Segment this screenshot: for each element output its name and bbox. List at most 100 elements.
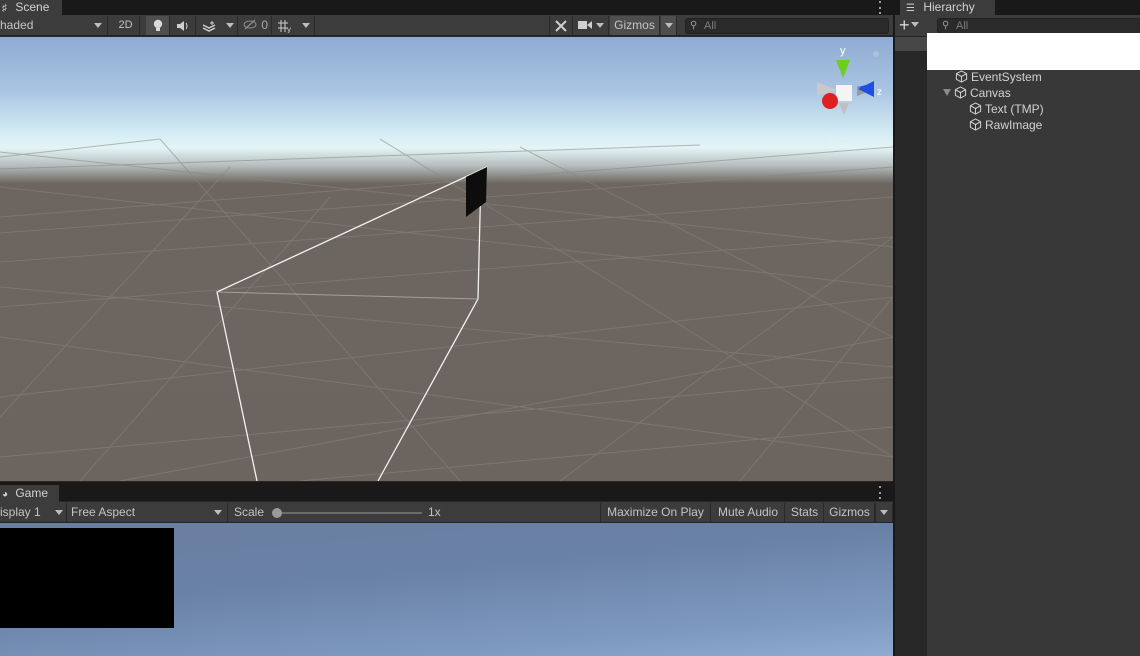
scale-control: Scale 1x <box>229 503 601 522</box>
effects-toggle[interactable] <box>197 16 221 35</box>
effects-layers-icon <box>202 21 216 32</box>
audio-toggle[interactable] <box>171 16 196 35</box>
eye-slash-icon <box>243 19 257 30</box>
scene-search-input[interactable]: ⚲ All <box>685 18 889 34</box>
scale-label: Scale <box>234 505 265 519</box>
hierarchy-panel: ☰ Hierarchy + ⚲ All EventSystem Canvas T… <box>895 0 1140 656</box>
game-panel: ◕ Game isplay 1 Free Aspect Scale 1x Max… <box>0 482 893 656</box>
tools-button[interactable] <box>549 16 573 35</box>
scene-gizmos-button[interactable]: Gizmos <box>610 16 660 35</box>
chevron-down-icon <box>225 23 234 29</box>
scale-value: 1x <box>428 505 441 519</box>
plus-icon: + <box>899 15 910 35</box>
scene-search-placeholder: All <box>704 20 717 32</box>
gameobject-cube-icon <box>955 70 968 83</box>
scene-hash-icon: ♯ <box>2 3 7 14</box>
gamepad-icon: ◕ <box>2 489 9 500</box>
stats-toggle[interactable]: Stats <box>786 503 824 522</box>
hierarchy-gutter <box>895 37 927 656</box>
hierarchy-item-eventsystem[interactable]: EventSystem <box>955 69 1042 85</box>
chevron-down-icon <box>55 510 63 515</box>
grid-toggle[interactable]: y <box>273 16 297 35</box>
expand-triangle-icon[interactable] <box>943 89 951 96</box>
axis-y-label: y <box>840 45 846 57</box>
wrench-screwdriver-icon <box>555 20 567 32</box>
chevron-down-icon <box>880 510 888 516</box>
grid-dropdown[interactable] <box>298 16 315 35</box>
scene-row-gutter <box>895 37 927 51</box>
gameobject-cube-icon <box>954 86 967 99</box>
add-object-button[interactable]: + <box>899 16 929 35</box>
tab-game-label: Game <box>15 486 49 500</box>
raw-image-render <box>0 528 174 628</box>
display-label: isplay 1 <box>0 505 41 519</box>
chevron-down-icon <box>214 510 222 515</box>
chevron-down-icon <box>595 23 604 29</box>
search-icon: ⚲ <box>690 20 698 31</box>
chevron-down-icon <box>664 23 673 29</box>
game-toolbar: isplay 1 Free Aspect Scale 1x Maximize O… <box>0 502 893 523</box>
chevron-down-icon <box>910 22 919 27</box>
grid-icon: y <box>278 20 291 34</box>
tab-hierarchy-label: Hierarchy <box>923 0 975 14</box>
gameobject-cube-icon <box>969 102 982 115</box>
game-menu-kebab-icon[interactable] <box>877 486 883 499</box>
gameobject-cube-icon <box>969 118 982 131</box>
scene-toolbar: haded 2D 0 y Gizmos ⚲ All <box>0 15 893 36</box>
lightbulb-icon <box>153 19 162 31</box>
tab-game[interactable]: ◕ Game <box>0 485 59 502</box>
tab-scene[interactable]: ♯ Scene <box>0 0 62 15</box>
persp-label: < Persp <box>818 134 856 143</box>
hierarchy-item-text-tmp[interactable]: Text (TMP) <box>969 101 1044 117</box>
shading-mode-dropdown[interactable]: haded <box>0 16 108 35</box>
orientation-gizmo[interactable]: y z < Persp <box>812 43 890 146</box>
effects-dropdown[interactable] <box>222 16 238 35</box>
hierarchy-item-canvas[interactable]: Canvas <box>943 85 1011 101</box>
axis-gizmo-icon: y z < Persp <box>817 45 882 146</box>
scene-viewport[interactable]: y z < Persp <box>0 37 893 481</box>
hidden-count: 0 <box>261 18 269 32</box>
hierarchy-search-placeholder: All <box>956 20 969 32</box>
scene-grid <box>0 138 893 481</box>
hierarchy-search-input[interactable]: ⚲ All <box>937 18 1140 34</box>
tab-hierarchy[interactable]: ☰ Hierarchy <box>900 0 995 15</box>
search-icon: ⚲ <box>942 20 950 31</box>
svg-text:y: y <box>287 25 291 33</box>
aspect-dropdown[interactable]: Free Aspect <box>68 503 228 522</box>
game-tabbar: ◕ Game <box>0 482 893 502</box>
maximize-on-play-toggle[interactable]: Maximize On Play <box>601 503 711 522</box>
game-viewport[interactable] <box>0 523 893 656</box>
game-gizmos-dropdown[interactable] <box>875 503 893 522</box>
scene-gizmos-dropdown[interactable] <box>660 16 677 35</box>
video-camera-icon <box>578 21 593 29</box>
hidden-objects-toggle[interactable]: 0 <box>239 16 272 35</box>
game-gizmos-button[interactable]: Gizmos <box>825 503 875 522</box>
scale-slider-track[interactable] <box>276 512 422 514</box>
hierarchy-item-rawimage[interactable]: RawImage <box>969 117 1042 133</box>
axis-z-label: z <box>877 87 882 98</box>
hierarchy-tabbar: ☰ Hierarchy <box>895 0 1140 15</box>
camera-dropdown[interactable] <box>574 16 609 35</box>
hierarchy-item-label: Canvas <box>970 86 1011 100</box>
toggle-2d-button[interactable]: 2D <box>112 16 140 35</box>
display-dropdown[interactable]: isplay 1 <box>0 503 67 522</box>
lighting-toggle[interactable] <box>146 16 170 35</box>
list-icon: ☰ <box>906 3 915 14</box>
shading-mode-label: haded <box>0 18 34 32</box>
tab-scene-label: Scene <box>15 0 50 14</box>
mute-audio-toggle[interactable]: Mute Audio <box>712 503 785 522</box>
hierarchy-item-label: EventSystem <box>971 70 1042 84</box>
hierarchy-item-label: RawImage <box>985 118 1043 132</box>
hierarchy-item-label: Text (TMP) <box>985 102 1044 116</box>
scale-slider-thumb[interactable] <box>272 508 282 518</box>
scene-root-row-overlay[interactable] <box>927 33 1140 70</box>
scene-panel: ♯ Scene haded 2D 0 y Gizmos ⚲ All y z < … <box>0 0 893 482</box>
chevron-down-icon <box>302 23 310 29</box>
scene-tabbar: ♯ Scene <box>0 0 893 15</box>
chevron-down-icon <box>94 23 102 28</box>
grid-lines <box>0 138 893 481</box>
scene-menu-kebab-icon[interactable] <box>877 1 883 14</box>
panel-splitter[interactable] <box>893 0 895 656</box>
aspect-label: Free Aspect <box>71 505 136 519</box>
speaker-icon <box>177 21 188 31</box>
